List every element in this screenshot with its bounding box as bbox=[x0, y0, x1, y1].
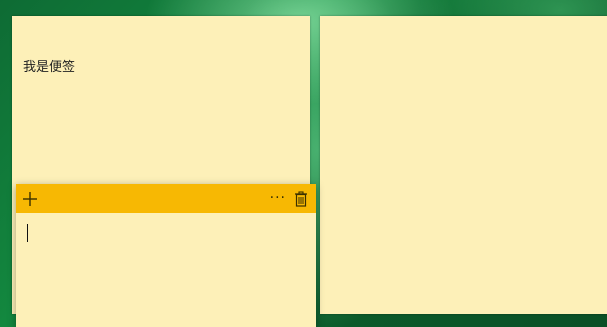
trash-icon bbox=[294, 190, 308, 207]
sticky-note-empty[interactable] bbox=[320, 16, 607, 314]
text-cursor bbox=[27, 224, 28, 242]
sticky-note-active[interactable]: ··· bbox=[16, 184, 316, 327]
menu-button[interactable]: ··· bbox=[270, 184, 286, 213]
more-options-icon: ··· bbox=[269, 190, 286, 206]
note-editor[interactable] bbox=[16, 213, 316, 327]
new-note-button[interactable] bbox=[16, 184, 38, 213]
delete-note-button[interactable] bbox=[294, 184, 308, 213]
desktop-wallpaper: 我是便签 ··· bbox=[0, 0, 607, 327]
note-toolbar: ··· bbox=[16, 184, 316, 213]
note-text[interactable]: 我是便签 bbox=[23, 56, 75, 75]
plus-icon bbox=[22, 191, 38, 207]
